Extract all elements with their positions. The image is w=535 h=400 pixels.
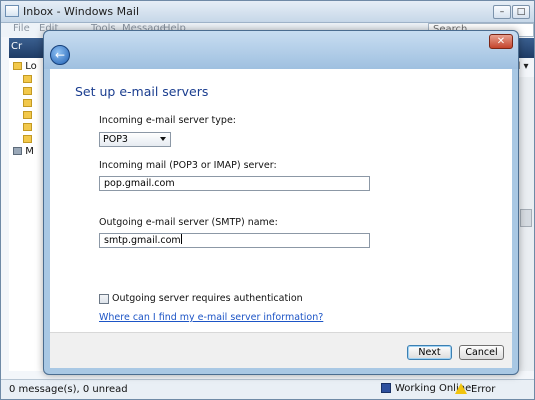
error-label: Error <box>471 384 496 395</box>
outgoing-server-input[interactable]: smtp.gmail.com <box>99 233 370 248</box>
incoming-server-type-value: POP3 <box>103 134 128 145</box>
tree-item-local-folders[interactable]: Lo <box>13 61 37 72</box>
folder-icon <box>13 62 22 70</box>
incoming-server-type-select[interactable]: POP3 <box>99 132 171 147</box>
tree-item[interactable] <box>23 110 32 121</box>
outgoing-server-label: Outgoing e-mail server (SMTP) name: <box>99 217 278 228</box>
dialog-body: Set up e-mail servers Incoming e-mail se… <box>50 69 512 332</box>
maximize-button[interactable]: □ <box>512 5 530 19</box>
folder-icon <box>23 99 32 107</box>
folder-icon <box>23 135 32 143</box>
create-mail-button[interactable]: Cr <box>11 41 45 55</box>
tree-item-microsoft[interactable]: M <box>13 146 34 157</box>
network-icon <box>381 383 391 393</box>
mail-app-icon <box>5 5 19 17</box>
incoming-server-input[interactable]: pop.gmail.com <box>99 176 370 191</box>
incoming-server-label: Incoming mail (POP3 or IMAP) server: <box>99 160 277 171</box>
tree-item[interactable] <box>23 122 32 133</box>
warning-icon <box>455 383 467 394</box>
main-window-title: Inbox - Windows Mail <box>23 5 140 18</box>
cancel-button[interactable]: Cancel <box>459 345 504 360</box>
outgoing-server-value: smtp.gmail.com <box>104 235 181 246</box>
statusbar: 0 message(s), 0 unread Working Online Er… <box>1 379 534 399</box>
scrollbar-thumb[interactable] <box>520 209 532 227</box>
tree-item-label: Lo <box>25 61 37 72</box>
tree-item[interactable] <box>23 74 32 85</box>
tree-item[interactable] <box>23 86 32 97</box>
error-status[interactable]: Error <box>455 383 495 395</box>
server-info-help-link[interactable]: Where can I find my e-mail server inform… <box>99 312 323 323</box>
chevron-down-icon <box>160 137 166 141</box>
close-button[interactable]: ✕ <box>489 34 513 49</box>
minimize-button[interactable]: – <box>493 5 511 19</box>
tree-item[interactable] <box>23 98 32 109</box>
dialog-titlebar: ← ✕ <box>44 31 518 69</box>
message-count: 0 message(s), 0 unread <box>9 384 128 395</box>
setup-email-servers-dialog: ← ✕ Set up e-mail servers Incoming e-mai… <box>43 30 519 375</box>
dialog-footer: Next Cancel <box>50 332 512 368</box>
folder-icon <box>23 123 32 131</box>
next-button[interactable]: Next <box>407 345 452 360</box>
newsgroup-icon <box>13 147 22 155</box>
text-caret <box>180 234 182 244</box>
page-title: Set up e-mail servers <box>75 84 209 99</box>
menu-file[interactable]: File <box>13 23 30 34</box>
folder-icon <box>23 87 32 95</box>
folder-icon <box>23 111 32 119</box>
message-list-scrollbar[interactable] <box>517 77 534 371</box>
folder-pane: Lo M <box>9 58 45 371</box>
folder-icon <box>23 75 32 83</box>
tree-item-label: M <box>25 146 34 157</box>
back-button[interactable]: ← <box>50 45 70 65</box>
tree-item[interactable] <box>23 134 32 145</box>
incoming-type-label: Incoming e-mail server type: <box>99 115 236 126</box>
requires-authentication-checkbox[interactable] <box>99 294 109 304</box>
main-titlebar: Inbox - Windows Mail – □ <box>1 1 534 23</box>
requires-authentication-label[interactable]: Outgoing server requires authentication <box>112 293 303 304</box>
